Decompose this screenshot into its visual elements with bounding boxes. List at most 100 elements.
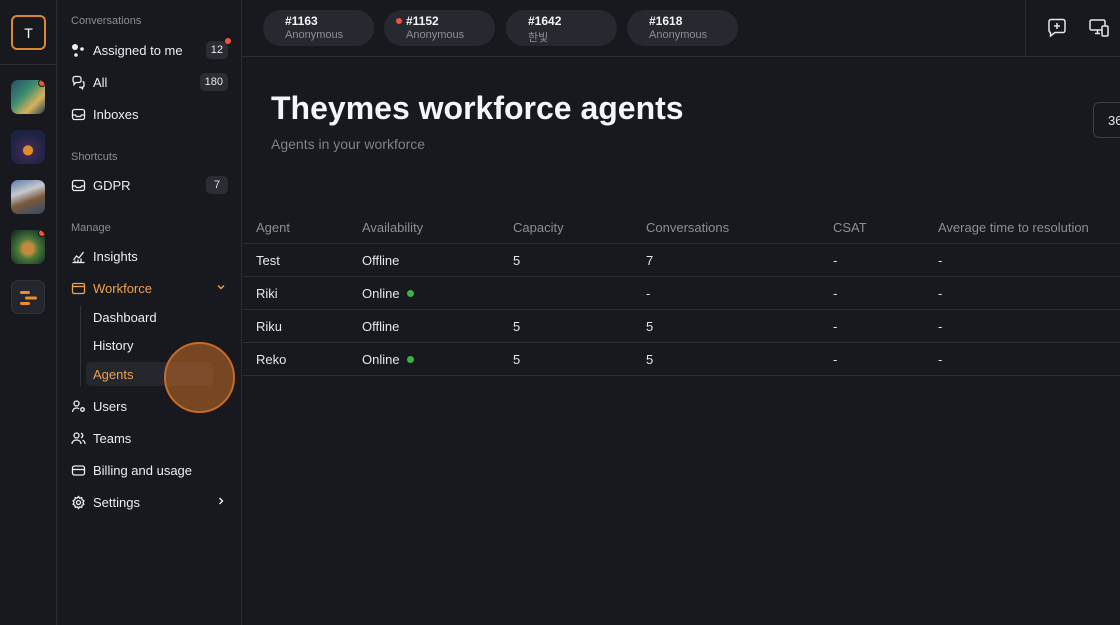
csat-cell: - [833, 285, 838, 301]
workforce-icon [71, 281, 86, 296]
csat-cell: - [833, 252, 838, 268]
page-title: Theymes workforce agents [271, 90, 684, 126]
sidebar-subitem-agents[interactable]: Agents [93, 367, 133, 382]
conversations-cell: 7 [646, 252, 654, 268]
availability-text: Offline [362, 252, 400, 268]
sidebar-item-label: Inboxes [93, 106, 139, 122]
sidebar-item-label: Insights [93, 248, 138, 264]
agent-name: Riki [256, 285, 278, 301]
table-header-row: Agent Availability Capacity Conversation… [243, 212, 1120, 244]
capacity-cell: 5 [513, 318, 521, 334]
sidebar-item-label: Assigned to me [93, 42, 183, 58]
column-header-availability[interactable]: Availability [362, 212, 423, 243]
agent-name: Reko [256, 351, 287, 367]
sidebar-item-insights[interactable]: Insights [71, 244, 229, 268]
agents-table: Agent Availability Capacity Conversation… [243, 212, 1120, 376]
column-header-agent[interactable]: Agent [256, 212, 290, 243]
credit-card-icon [71, 463, 86, 478]
online-status-dot [406, 289, 414, 297]
table-row[interactable]: Reko Online 5 5 - - [243, 343, 1120, 376]
conversation-tab[interactable]: #1163 Anonymous [263, 10, 374, 46]
conversations-cell: - [646, 285, 651, 301]
account-avatar-letter: T [24, 24, 33, 41]
capacity-cell: 5 [513, 252, 521, 268]
workspace-icon-4[interactable] [11, 230, 45, 264]
account-avatar[interactable]: T [11, 15, 46, 50]
sidebar-item-label: Settings [93, 494, 140, 510]
chevron-down-icon[interactable] [215, 281, 227, 293]
count-badge: 180 [199, 73, 228, 91]
availability-cell: Online [362, 277, 414, 309]
column-header-avg-resolution[interactable]: Average time to resolution [938, 212, 1089, 243]
availability-cell: Online [362, 343, 414, 375]
tab-id-text: #1152 [406, 14, 439, 28]
date-range-button[interactable]: 36 [1093, 102, 1120, 138]
inbox-icon [71, 107, 86, 122]
sidebar-item-label: All [93, 74, 108, 90]
tab-contact: 한빛 [528, 32, 549, 44]
table-row[interactable]: Riku Offline 5 5 - - [243, 310, 1120, 343]
click-indicator [164, 342, 235, 413]
sidebar-item-workforce[interactable]: Workforce [71, 276, 229, 300]
table-row[interactable]: Test Offline 5 7 - - [243, 244, 1120, 277]
availability-text: Online [362, 351, 400, 367]
rail-divider [0, 64, 57, 65]
new-conversation-icon[interactable] [1046, 17, 1068, 39]
tab-id: #1618 [649, 14, 738, 28]
topbar-divider [1025, 0, 1026, 57]
count-badge: 12 [205, 38, 231, 59]
notification-dot [225, 38, 231, 44]
user-cog-icon [71, 399, 86, 414]
tab-id: #1163 [285, 14, 374, 28]
page-subtitle: Agents in your workforce [271, 136, 426, 152]
column-header-csat[interactable]: CSAT [833, 212, 867, 243]
agent-name: Test [256, 252, 280, 268]
capacity-cell: 5 [513, 351, 521, 367]
availability-cell: Offline [362, 310, 399, 342]
sidebar-item-label: Teams [93, 430, 132, 446]
conversation-tab[interactable]: #1642 한빛 [506, 10, 617, 46]
gear-icon [71, 494, 86, 510]
sidebar-item-billing[interactable]: Billing and usage [71, 458, 229, 482]
chevron-right-icon[interactable] [215, 495, 227, 507]
notification-dot [38, 230, 45, 237]
sidebar-item-gdpr[interactable]: GDPR 7 [71, 173, 229, 197]
tab-contact: Anonymous [406, 29, 465, 41]
workspace-icon-2[interactable] [11, 130, 45, 164]
sidebar-item-inboxes[interactable]: Inboxes [71, 102, 229, 126]
avg-resolution-cell: - [938, 285, 943, 301]
conversation-tabs-bar: #1163 Anonymous #1152 Anonymous #1642 한빛… [242, 0, 1120, 57]
csat-cell: - [833, 351, 838, 367]
conversations-cell: 5 [646, 351, 654, 367]
sidebar-item-label: Workforce [93, 280, 152, 296]
avg-resolution-cell: - [938, 351, 943, 367]
workspace-icon-5[interactable] [11, 280, 45, 314]
sidebar-item-settings[interactable]: Settings [71, 490, 229, 514]
availability-text: Offline [362, 318, 400, 334]
tab-id-text: #1618 [649, 14, 683, 28]
column-header-capacity[interactable]: Capacity [513, 212, 564, 243]
table-row[interactable]: Riki Online - - - [243, 277, 1120, 310]
conversation-tab[interactable]: #1618 Anonymous [627, 10, 738, 46]
sidebar-subitem-history[interactable]: History [93, 338, 133, 353]
conversation-tab[interactable]: #1152 Anonymous [384, 10, 495, 46]
sidebar-subitem-dashboard[interactable]: Dashboard [93, 310, 157, 325]
inbox-icon [71, 178, 86, 193]
sidebar: Conversations Assigned to me 12 All 180 … [57, 0, 242, 625]
chat-bubbles-icon [71, 75, 86, 90]
chart-line-icon [71, 249, 86, 264]
sidebar-item-assigned[interactable]: Assigned to me 12 [71, 38, 231, 62]
sidebar-item-teams[interactable]: Teams [71, 426, 229, 450]
section-title-manage: Manage [71, 222, 111, 234]
sidebar-item-all[interactable]: All 180 [71, 70, 229, 94]
tab-id: #1152 [396, 14, 495, 28]
section-title-conversations: Conversations [71, 15, 142, 27]
workspace-icon-1[interactable] [11, 80, 45, 114]
notification-dot [38, 80, 45, 87]
sidebar-item-label: Billing and usage [93, 462, 193, 478]
devices-icon[interactable] [1088, 17, 1110, 39]
workspace-icon-3[interactable] [11, 180, 45, 214]
column-header-conversations[interactable]: Conversations [646, 212, 729, 243]
count-value: 12 [210, 44, 223, 56]
availability-cell: Offline [362, 244, 399, 276]
